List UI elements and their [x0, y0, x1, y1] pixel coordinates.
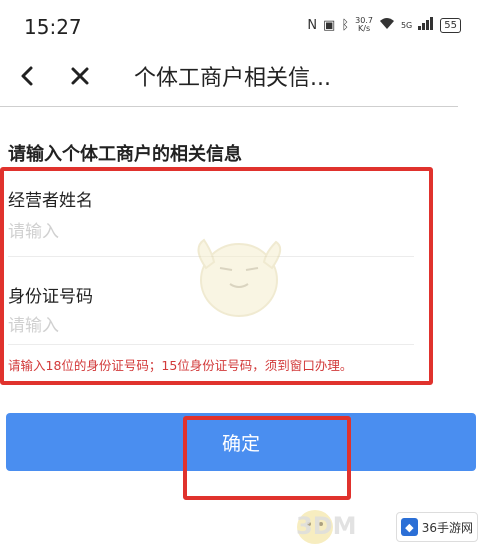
id-number-underline — [8, 344, 414, 345]
status-bar: 15:27 N ▣ ᛒ 30.7 K/s 5G 55 — [0, 0, 483, 50]
back-button[interactable] — [14, 62, 42, 90]
status-icons: N ▣ ᛒ 30.7 K/s 5G 55 — [307, 16, 461, 34]
close-button[interactable] — [66, 62, 94, 90]
site-name: 36手游网 — [421, 520, 473, 535]
page-title: 个体工商户相关信... — [134, 66, 331, 91]
battery-indicator: 55 — [440, 17, 461, 33]
id-number-hint: 请输入18位的身份证号码；15位身份证号码，须到窗口办理。 — [8, 358, 353, 373]
bluetooth-icon: ᛒ — [341, 17, 350, 33]
signal-type-label: 5G — [400, 20, 413, 30]
site-badge: ◆ 36手游网 — [396, 512, 478, 542]
logo-3dm-watermark: 3DM — [296, 512, 357, 540]
wifi-icon — [379, 16, 395, 34]
mascot-watermark — [197, 238, 282, 317]
network-speed: 30.7 K/s — [355, 16, 373, 33]
close-icon — [71, 67, 89, 85]
nav-divider — [0, 106, 458, 107]
nav-bar: 个体工商户相关信... — [0, 50, 483, 106]
site-logo-icon: ◆ — [401, 518, 418, 536]
id-number-label: 身份证号码 — [8, 287, 93, 307]
nfc-icon: N — [307, 17, 318, 33]
vibrate-icon: ▣ — [323, 17, 336, 33]
confirm-button[interactable]: 确定 — [6, 413, 476, 471]
operator-name-label: 经营者姓名 — [8, 191, 93, 211]
section-heading: 请输入个体工商户的相关信息 — [8, 144, 242, 165]
status-time: 15:27 — [24, 15, 82, 39]
chevron-left-icon — [21, 66, 33, 86]
signal-strength-icon — [418, 16, 434, 34]
